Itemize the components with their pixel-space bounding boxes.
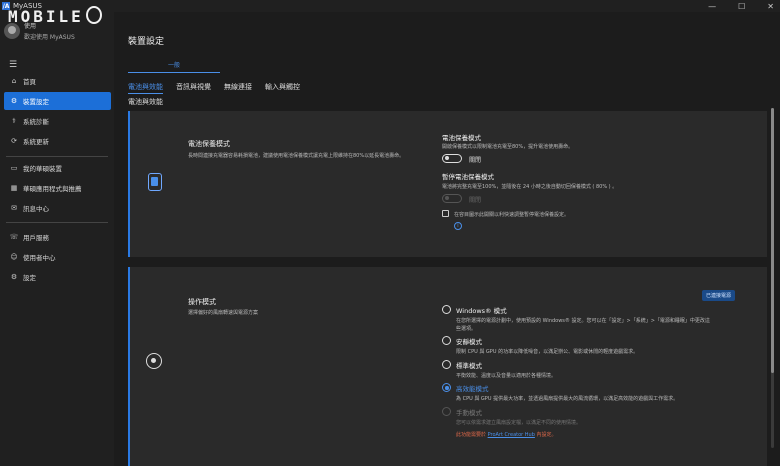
diagnosis-icon: ⚕ [12, 117, 16, 125]
battery-card-title: 電池保養模式 [188, 140, 230, 148]
sidebar-item-device-settings[interactable]: ⚙ 裝置設定 [4, 92, 111, 110]
support-icon: ☏ [9, 233, 19, 241]
main-content: 裝置設定 一般 電池與效能 音訊與視覺 無線連接 輸入與觸控 電池與效能 電池保… [114, 12, 780, 466]
sidebar-divider [6, 156, 108, 157]
info-icon[interactable]: i [454, 222, 462, 230]
mode-card-desc: 選擇偏好的風扇轉速與電源方案 [188, 310, 259, 316]
tab-bar: 電池與效能 音訊與視覺 無線連接 輸入與觸控 [128, 82, 300, 94]
pause-battery-title: 暫停電池保養模式 [442, 173, 494, 181]
radio-standard-mode[interactable] [442, 360, 451, 369]
watermark: MOBILE [8, 6, 102, 26]
proart-creator-hub-link[interactable]: ProArt Creator Hub [488, 432, 535, 438]
windows-mode-desc: 在您所選擇的電源計劃中，使用預設的 Windows® 設定。您可以在「設定」>「… [456, 318, 710, 324]
sidebar-item-diagnosis[interactable]: ⚕ 系統診斷 [4, 112, 111, 130]
sidebar-item-my-devices[interactable]: ▭ 我的華碩裝置 [4, 159, 111, 177]
battery-mode-title: 電池保養模式 [442, 134, 481, 142]
sidebar-item-apps[interactable]: ▦ 華碩應用程式與推薦 [4, 179, 111, 197]
operation-mode-card: 操作模式 選擇偏好的風扇轉速與電源方案 已連接電源 Windows® 模式 在您… [128, 267, 767, 466]
home-icon: ⌂ [11, 77, 17, 85]
fan-mode-icon [146, 353, 162, 369]
manual-mode-title: 手動模式 [456, 409, 482, 417]
windows-mode-title: Windows® 模式 [456, 307, 507, 315]
sidebar-item-home[interactable]: ⌂ 首頁 [4, 72, 111, 90]
user-welcome: 歡迎使用 MyASUS [24, 34, 75, 41]
standard-mode-desc: 平衡效能、溫度以及音量以適用於各種情境。 [456, 373, 557, 379]
proart-note: 此功能需要於 ProArt Creator Hub 內設定。 [456, 432, 557, 438]
message-icon: ✉ [11, 204, 17, 212]
tab-battery-performance[interactable]: 電池與效能 [128, 82, 163, 94]
pause-battery-desc: 電池將完整充電至100%，並隨後在 24 小時之後自動切回保養模式 ( 80% … [442, 184, 618, 190]
radio-performance-mode[interactable] [442, 383, 451, 392]
radio-manual-mode[interactable] [442, 407, 451, 416]
sidebar-item-update[interactable]: ⟳ 系統更新 [4, 132, 111, 150]
radio-windows-mode[interactable] [442, 305, 451, 314]
watermark-logo-icon [85, 6, 102, 24]
minimize-button[interactable]: — [708, 2, 716, 11]
page-title: 裝置設定 [128, 37, 165, 47]
performance-mode-title: 高效能模式 [456, 385, 489, 393]
scrollbar[interactable] [771, 108, 774, 448]
silent-mode-title: 安靜模式 [456, 338, 482, 346]
pause-battery-toggle-label: 關閉 [469, 197, 482, 204]
manual-mode-desc: 您可以依需求建立風扇設定檔，以滿足不同的使用情境。 [456, 420, 582, 426]
sidebar-divider [6, 222, 108, 223]
battery-mode-toggle-label: 關閉 [469, 157, 482, 164]
tab-audio-visual[interactable]: 音訊與視覺 [176, 82, 211, 94]
title-bar: /A MyASUS — ☐ ✕ [0, 0, 780, 12]
mode-card-title: 操作模式 [188, 298, 216, 306]
scrollbar-thumb[interactable] [771, 108, 774, 373]
close-button[interactable]: ✕ [767, 2, 774, 11]
tray-shortcut-checkbox[interactable] [442, 210, 449, 217]
battery-icon [148, 173, 162, 191]
silent-mode-desc: 限制 CPU 與 GPU 的功率以降低噪音，以滿足辦公、電影或休閒的輕度遊戲需求… [456, 349, 639, 355]
battery-mode-desc: 開啟保養模式以限制電池充電至80%，提升電池使用壽命。 [442, 144, 574, 150]
tab-input-touch[interactable]: 輸入與觸控 [265, 82, 300, 94]
gear-icon: ⚙ [10, 273, 18, 281]
device-icon: ▭ [10, 164, 18, 172]
windows-mode-desc-2: 些選項。 [456, 326, 477, 332]
sidebar: 使用 歡迎使用 MyASUS ☰ ⌂ 首頁 ⚙ 裝置設定 ⚕ 系統診斷 ⟳ 系統… [0, 12, 114, 466]
pause-battery-toggle[interactable] [442, 194, 462, 203]
section-label: 電池與效能 [128, 98, 163, 106]
performance-mode-desc: 為 CPU 與 GPU 提供最大功率，並透過風扇提供最大的風流循環，以滿足高效能… [456, 396, 679, 402]
tab-wireless[interactable]: 無線連接 [224, 82, 252, 94]
apps-icon: ▦ [10, 184, 18, 192]
sidebar-item-messages[interactable]: ✉ 訊息中心 [4, 199, 111, 217]
tray-shortcut-label: 在容目圖示此開關以利快速調整暫停電池保養設定。 [454, 212, 570, 218]
battery-card-desc: 長時間連接充電器容易耗損電池，建議使用電池保養模式讓充電上限維持在80%以延長電… [188, 153, 405, 159]
sidebar-item-settings[interactable]: ⚙ 設定 [4, 268, 111, 286]
subtab-underline [128, 72, 220, 73]
standard-mode-title: 標準模式 [456, 362, 482, 370]
battery-mode-toggle[interactable] [442, 154, 462, 163]
sidebar-item-user-center[interactable]: ☺ 使用者中心 [4, 248, 111, 266]
sidebar-item-support[interactable]: ☏ 用戶服務 [4, 228, 111, 246]
user-icon: ☺ [10, 253, 18, 261]
battery-care-card: 電池保養模式 長時間連接充電器容易耗損電池，建議使用電池保養模式讓充電上限維持在… [128, 111, 767, 257]
maximize-button[interactable]: ☐ [738, 2, 745, 11]
update-icon: ⟳ [11, 137, 17, 145]
power-status-badge: 已連接電源 [702, 290, 736, 301]
subtab-general[interactable]: 一般 [128, 60, 220, 69]
hamburger-menu-icon[interactable]: ☰ [9, 60, 17, 70]
sliders-icon: ⚙ [10, 97, 18, 105]
radio-silent-mode[interactable] [442, 336, 451, 345]
